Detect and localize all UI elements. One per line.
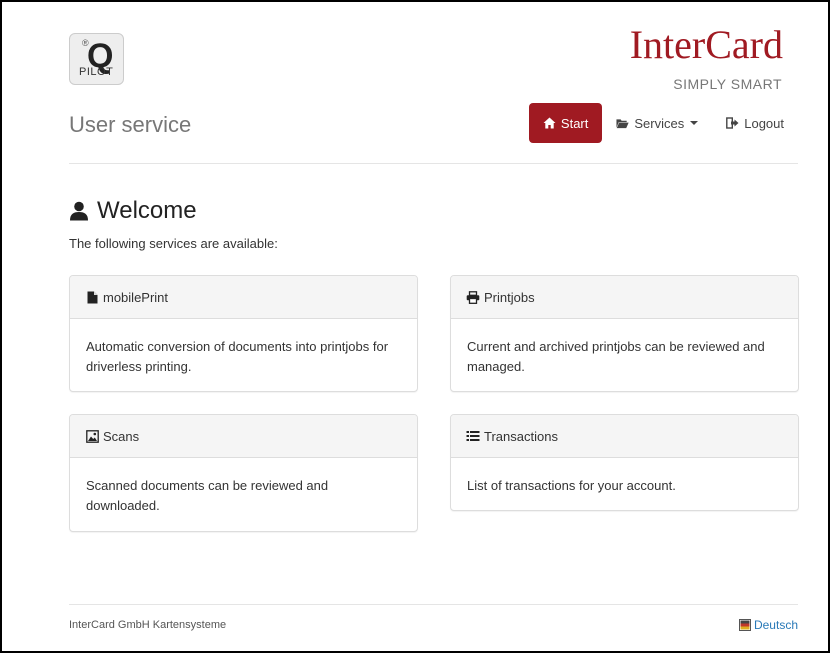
panel-description: Scanned documents can be reviewed and do… bbox=[86, 478, 329, 513]
brand-tagline: SIMPLY SMART bbox=[673, 76, 782, 92]
folder-open-icon bbox=[616, 117, 630, 129]
nav-logout-label: Logout bbox=[744, 115, 784, 131]
printer-icon bbox=[466, 290, 480, 304]
panel-mobileprint[interactable]: mobilePrint Automatic conversion of docu… bbox=[69, 275, 418, 392]
nav-logout-button[interactable]: Logout bbox=[712, 103, 798, 143]
footer-company: InterCard GmbH Kartensysteme bbox=[69, 619, 227, 631]
panel-scans[interactable]: Scans Scanned documents can be reviewed … bbox=[69, 414, 418, 532]
panel-header: mobilePrint bbox=[70, 276, 417, 319]
image-icon bbox=[85, 429, 99, 443]
panel-printjobs[interactable]: Printjobs Current and archived printjobs… bbox=[450, 275, 799, 392]
header-divider bbox=[69, 163, 798, 164]
panel-title: Printjobs bbox=[484, 289, 535, 305]
panel-header: Scans bbox=[70, 415, 417, 458]
panel-title: mobilePrint bbox=[103, 289, 169, 305]
q-pilot-logo[interactable]: ® Q PILOT bbox=[69, 33, 124, 85]
panel-header: Transactions bbox=[451, 415, 798, 458]
panel-description: Automatic conversion of documents into p… bbox=[86, 339, 389, 374]
main-nav: Start Services Logout bbox=[528, 103, 798, 143]
panel-title: Scans bbox=[103, 428, 140, 444]
panel-description: List of transactions for your account. bbox=[467, 478, 676, 493]
footer-divider bbox=[69, 604, 798, 605]
list-icon bbox=[466, 430, 480, 443]
welcome-heading: Welcome bbox=[69, 197, 197, 225]
caret-down-icon bbox=[690, 121, 699, 125]
panel-description: Current and archived printjobs can be re… bbox=[467, 339, 765, 374]
language-label: Deutsch bbox=[753, 618, 798, 632]
panel-header: Printjobs bbox=[451, 276, 798, 319]
logout-icon bbox=[726, 117, 739, 129]
file-icon bbox=[85, 291, 99, 304]
user-icon bbox=[70, 201, 88, 221]
page-title: User service bbox=[69, 112, 192, 137]
nav-services-label: Services bbox=[634, 115, 685, 131]
logo-text: PILOT bbox=[79, 66, 114, 78]
home-icon bbox=[543, 117, 556, 129]
welcome-title: Welcome bbox=[97, 197, 197, 224]
brand-logo: InterCard bbox=[629, 22, 783, 67]
nav-start-button[interactable]: Start bbox=[528, 103, 603, 143]
panel-transactions[interactable]: Transactions List of transactions for yo… bbox=[450, 414, 799, 511]
flag-icon bbox=[738, 619, 751, 631]
nav-start-label: Start bbox=[560, 115, 589, 131]
intro-text: The following services are available: bbox=[69, 236, 278, 251]
panel-title: Transactions bbox=[484, 428, 558, 444]
nav-services-dropdown[interactable]: Services bbox=[602, 103, 712, 143]
language-link[interactable]: Deutsch bbox=[738, 618, 798, 632]
